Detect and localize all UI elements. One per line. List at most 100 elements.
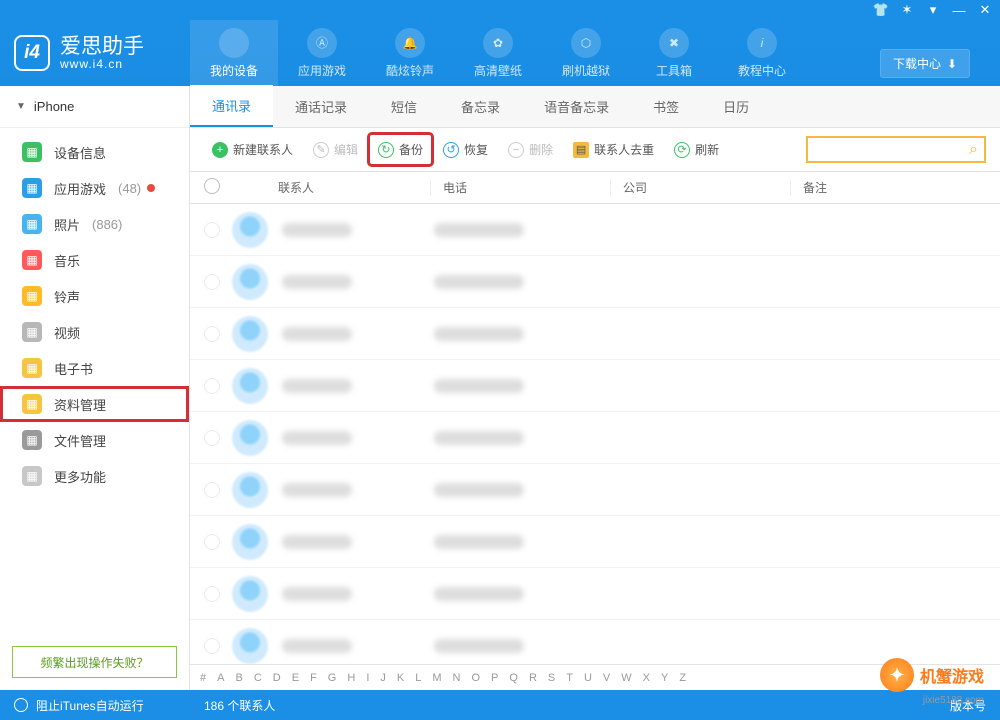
alpha-W[interactable]: W	[621, 672, 631, 684]
sidebar-item-0[interactable]: ▦设备信息	[0, 134, 189, 170]
edit-button[interactable]: ✎编辑	[305, 137, 366, 162]
row-checkbox[interactable]	[204, 482, 220, 498]
table-row[interactable]	[190, 308, 1000, 360]
table-row[interactable]	[190, 568, 1000, 620]
alpha-F[interactable]: F	[310, 672, 317, 684]
tab-1[interactable]: 通话记录	[273, 85, 369, 127]
minimize-icon[interactable]: —	[952, 3, 966, 17]
sidebar-item-3[interactable]: ▦音乐	[0, 242, 189, 278]
new-contact-button[interactable]: +新建联系人	[204, 137, 301, 162]
col-contact[interactable]: 联系人	[230, 179, 430, 196]
select-all-checkbox[interactable]	[204, 178, 220, 194]
itunes-toggle[interactable]	[14, 698, 28, 712]
alpha-B[interactable]: B	[235, 672, 242, 684]
alpha-L[interactable]: L	[415, 672, 421, 684]
sidebar-item-4[interactable]: ▦铃声	[0, 278, 189, 314]
alpha-T[interactable]: T	[566, 672, 573, 684]
status-bar: 阻止iTunes自动运行 186 个联系人 版本号	[0, 690, 1000, 720]
table-row[interactable]	[190, 516, 1000, 568]
contact-name	[282, 535, 352, 549]
dedupe-button[interactable]: ▤联系人去重	[565, 137, 662, 162]
nav-toolbox[interactable]: ✖工具箱	[630, 20, 718, 86]
row-checkbox[interactable]	[204, 222, 220, 238]
alpha-Q[interactable]: Q	[509, 672, 518, 684]
contact-name	[282, 223, 352, 237]
alpha-C[interactable]: C	[254, 672, 262, 684]
sidebar-item-1[interactable]: ▦应用游戏 (48)	[0, 170, 189, 206]
tab-3[interactable]: 备忘录	[439, 85, 522, 127]
table-row[interactable]	[190, 256, 1000, 308]
col-note[interactable]: 备注	[790, 179, 1000, 196]
alpha-U[interactable]: U	[584, 672, 592, 684]
backup-button[interactable]: ↻备份	[370, 135, 431, 164]
row-checkbox[interactable]	[204, 274, 220, 290]
sidebar-item-5[interactable]: ▦视频	[0, 314, 189, 350]
table-row[interactable]	[190, 620, 1000, 664]
tab-6[interactable]: 日历	[701, 85, 771, 127]
restore-button[interactable]: ↺恢复	[435, 137, 496, 162]
alpha-Y[interactable]: Y	[661, 672, 668, 684]
alpha-H[interactable]: H	[347, 672, 355, 684]
table-row[interactable]	[190, 412, 1000, 464]
alpha-V[interactable]: V	[603, 672, 610, 684]
sidebar-item-8[interactable]: ▦文件管理	[0, 422, 189, 458]
gear-icon[interactable]: ✶	[900, 3, 914, 17]
table-row[interactable]	[190, 204, 1000, 256]
close-icon[interactable]: ✕	[978, 3, 992, 17]
nav-jailbreak[interactable]: ⬡刷机越狱	[542, 20, 630, 86]
tab-0[interactable]: 通讯录	[190, 85, 273, 127]
alpha-R[interactable]: R	[529, 672, 537, 684]
alpha-S[interactable]: S	[548, 672, 555, 684]
help-button[interactable]: 频繁出现操作失败？	[12, 646, 177, 678]
dropdown-icon[interactable]: ▾	[926, 3, 940, 17]
alpha-K[interactable]: K	[397, 672, 404, 684]
sidebar-icon: ▦	[22, 430, 42, 450]
row-checkbox[interactable]	[204, 586, 220, 602]
sidebar-item-9[interactable]: ▦更多功能	[0, 458, 189, 494]
search-icon[interactable]: ⌕	[969, 141, 978, 159]
col-company[interactable]: 公司	[610, 179, 790, 196]
refresh-button[interactable]: ⟳刷新	[666, 137, 727, 162]
search-input[interactable]	[814, 143, 969, 157]
sidebar-item-2[interactable]: ▦照片 (886)	[0, 206, 189, 242]
tab-4[interactable]: 语音备忘录	[522, 85, 631, 127]
col-phone[interactable]: 电话	[430, 179, 610, 196]
toolbar: +新建联系人 ✎编辑 ↻备份 ↺恢复 −删除 ▤联系人去重 ⟳刷新 ⌕	[190, 128, 1000, 172]
alpha-M[interactable]: M	[432, 672, 441, 684]
row-checkbox[interactable]	[204, 430, 220, 446]
nav-wallpapers[interactable]: ✿高清壁纸	[454, 20, 542, 86]
alpha-#[interactable]: #	[200, 672, 206, 684]
delete-button[interactable]: −删除	[500, 137, 561, 162]
alpha-I[interactable]: I	[366, 672, 369, 684]
alpha-E[interactable]: E	[292, 672, 299, 684]
row-checkbox[interactable]	[204, 534, 220, 550]
tab-2[interactable]: 短信	[369, 85, 439, 127]
table-row[interactable]	[190, 464, 1000, 516]
sidebar-item-6[interactable]: ▦电子书	[0, 350, 189, 386]
alpha-P[interactable]: P	[491, 672, 498, 684]
row-checkbox[interactable]	[204, 638, 220, 654]
alpha-X[interactable]: X	[643, 672, 650, 684]
alpha-G[interactable]: G	[328, 672, 337, 684]
alpha-D[interactable]: D	[273, 672, 281, 684]
nav-apps[interactable]: Ⓐ应用游戏	[278, 20, 366, 86]
row-checkbox[interactable]	[204, 378, 220, 394]
alpha-Z[interactable]: Z	[679, 672, 686, 684]
nav-tutorials[interactable]: i教程中心	[718, 20, 806, 86]
nav-my-device[interactable]: 我的设备	[190, 20, 278, 86]
alpha-O[interactable]: O	[471, 672, 480, 684]
tshirt-icon[interactable]: 👕	[874, 3, 888, 17]
nav-ringtones[interactable]: 🔔酷炫铃声	[366, 20, 454, 86]
contact-phone	[434, 275, 524, 289]
alpha-J[interactable]: J	[380, 672, 386, 684]
search-box[interactable]: ⌕	[806, 136, 986, 163]
table-row[interactable]	[190, 360, 1000, 412]
download-center-button[interactable]: 下载中心⬇	[880, 49, 970, 78]
alpha-N[interactable]: N	[453, 672, 461, 684]
tab-5[interactable]: 书签	[631, 85, 701, 127]
row-checkbox[interactable]	[204, 326, 220, 342]
device-selector[interactable]: ▼ iPhone	[0, 86, 189, 128]
sidebar-item-7[interactable]: ▦资料管理	[0, 386, 189, 422]
delete-icon: −	[508, 142, 524, 158]
alpha-A[interactable]: A	[217, 672, 224, 684]
